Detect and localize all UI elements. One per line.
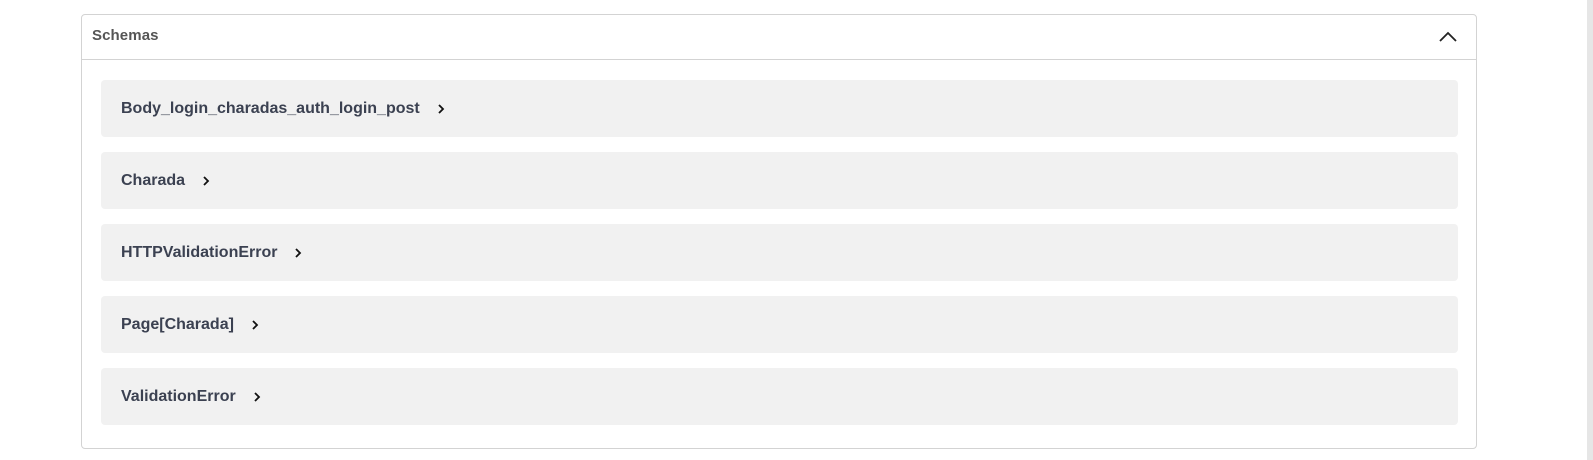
schema-name: Charada xyxy=(121,171,186,189)
schema-name: ValidationError xyxy=(121,387,236,405)
chevron-right-icon xyxy=(252,391,262,403)
schema-item-charada[interactable]: Charada xyxy=(101,152,1458,209)
schema-name: HTTPValidationError xyxy=(121,243,278,261)
schema-name: Page[Charada] xyxy=(121,315,234,333)
schemas-title: Schemas xyxy=(92,27,159,44)
schema-item-page-charada[interactable]: Page[Charada] xyxy=(101,296,1458,353)
schema-item-httpvalidationerror[interactable]: HTTPValidationError xyxy=(101,224,1458,281)
schema-list: Body_login_charadas_auth_login_post Char… xyxy=(101,80,1458,425)
schema-item-validationerror[interactable]: ValidationError xyxy=(101,368,1458,425)
chevron-right-icon xyxy=(436,103,446,115)
chevron-right-icon xyxy=(201,175,211,187)
schema-name: Body_login_charadas_auth_login_post xyxy=(121,99,420,117)
schemas-header[interactable]: Schemas xyxy=(82,15,1476,60)
vertical-scrollbar[interactable] xyxy=(1587,0,1593,460)
schema-item-body-login[interactable]: Body_login_charadas_auth_login_post xyxy=(101,80,1458,137)
chevron-right-icon xyxy=(250,319,260,331)
chevron-right-icon xyxy=(293,247,303,259)
chevron-up-icon[interactable] xyxy=(1436,26,1460,48)
schemas-section: Schemas Body_login_charadas_auth_login_p… xyxy=(81,14,1477,449)
